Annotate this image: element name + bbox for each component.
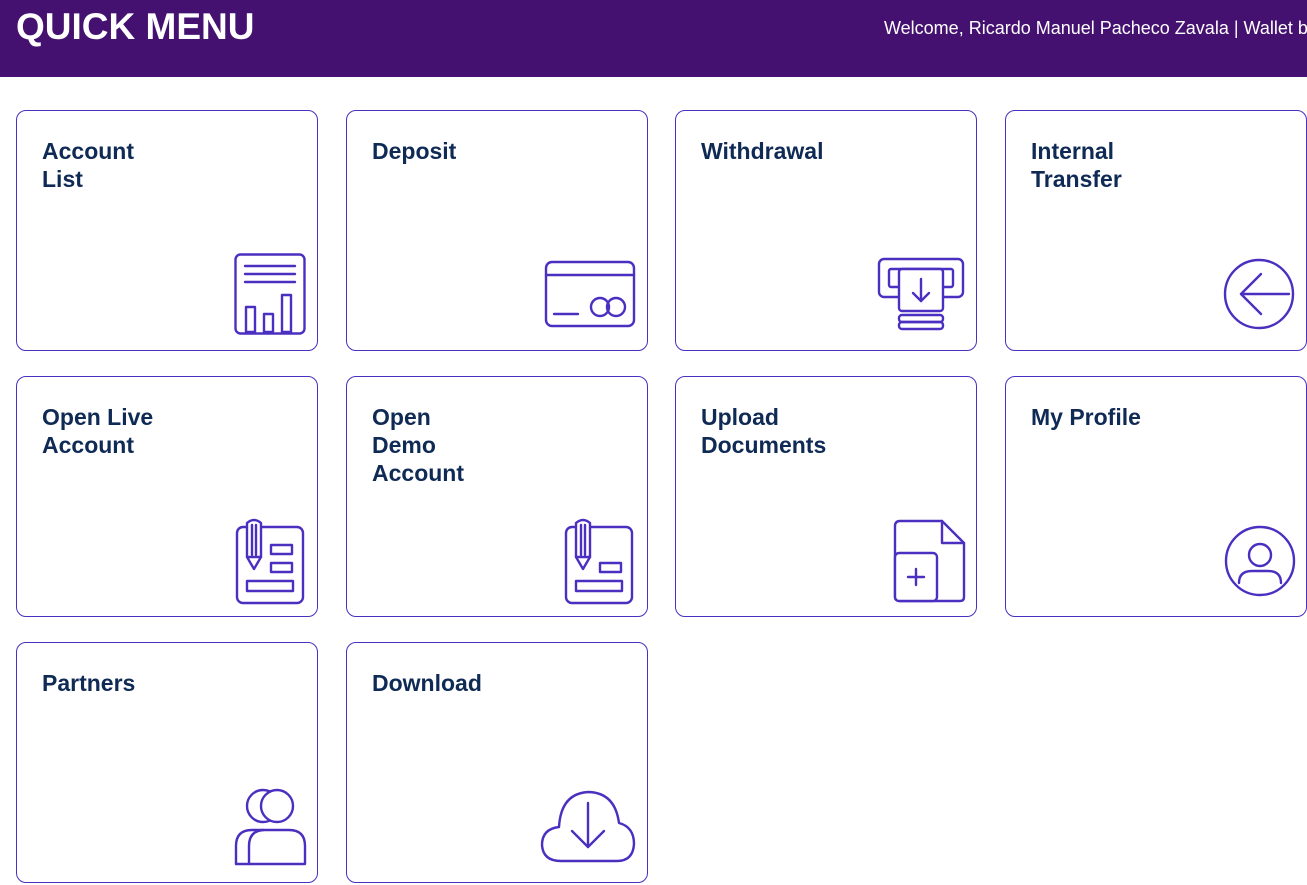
tile-label-partners: Partners [42, 670, 136, 696]
tile-account-list[interactable]: Account List [16, 110, 318, 351]
tile-open-demo-account[interactable]: Open Demo Account [346, 376, 648, 617]
credit-card-icon [544, 260, 636, 328]
user-circle-icon [1224, 525, 1296, 597]
tile-label-open-demo-account: Open Demo Account [372, 404, 464, 486]
circle-arrow-left-icon [1223, 258, 1295, 330]
tile-upload-documents[interactable]: Upload Documents [675, 376, 977, 617]
atm-withdrawal-icon [877, 257, 965, 331]
tile-my-profile[interactable]: My Profile [1005, 376, 1307, 617]
tile-label-account-list: Account List [42, 138, 134, 192]
form-pencil-icon [235, 517, 305, 605]
tile-label-open-live-account: Open Live Account [42, 404, 154, 458]
tile-withdrawal[interactable]: Withdrawal [675, 110, 977, 351]
tile-internal-transfer[interactable]: Internal Transfer [1005, 110, 1307, 351]
page-title: QUICK MENU [16, 6, 255, 47]
top-header-bar: QUICK MENU Welcome, Ricardo Manuel Pache… [0, 0, 1307, 77]
tile-label-internal-transfer: Internal Transfer [1031, 138, 1122, 192]
partners-users-icon [233, 788, 307, 866]
tile-label-withdrawal: Withdrawal [701, 138, 824, 164]
tile-label-download: Download [372, 670, 482, 696]
tile-open-live-account[interactable]: Open Live Account [16, 376, 318, 617]
tile-deposit[interactable]: Deposit [346, 110, 648, 351]
report-chart-icon [234, 253, 306, 335]
tile-label-deposit: Deposit [372, 138, 457, 164]
tile-label-my-profile: My Profile [1031, 404, 1141, 430]
cloud-download-icon [539, 789, 637, 865]
tile-download[interactable]: Download [346, 642, 648, 883]
tile-label-upload-documents: Upload Documents [701, 404, 827, 458]
form-pencil-icon [564, 517, 634, 605]
document-add-icon [892, 519, 966, 603]
tile-partners[interactable]: Partners [16, 642, 318, 883]
welcome-text: Welcome, Ricardo Manuel Pacheco Zavala |… [884, 18, 1307, 38]
